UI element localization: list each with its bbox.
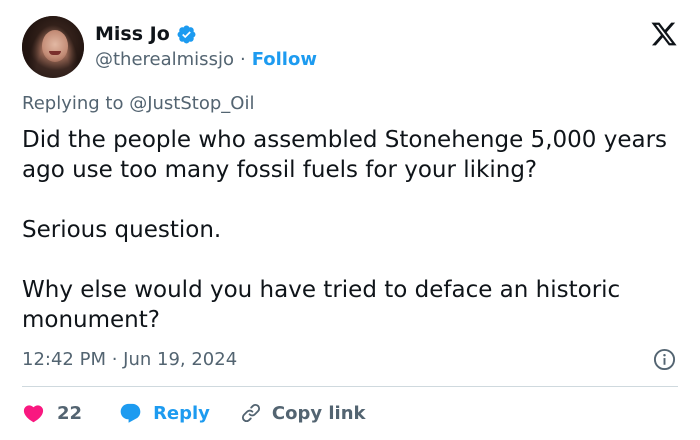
author-display-name[interactable]: Miss Jo (95, 23, 170, 45)
tweet-timestamp[interactable]: 12:42 PM · Jun 19, 2024 (22, 349, 237, 370)
like-count: 22 (57, 402, 83, 424)
verified-badge-icon (177, 25, 196, 43)
author-handle[interactable]: @therealmissjo (95, 49, 234, 70)
copy-link-label: Copy link (271, 402, 366, 424)
action-bar: 22 Reply Copy link (22, 400, 366, 426)
link-icon (241, 403, 260, 423)
tweet-card: Miss Jo @therealmissjo · Follow Replying… (0, 0, 700, 440)
follow-button[interactable]: Follow (252, 49, 317, 70)
reply-bubble-icon (120, 403, 141, 423)
avatar-face (42, 30, 68, 62)
author-name-row: Miss Jo (95, 22, 197, 46)
divider (22, 386, 678, 387)
info-icon[interactable] (653, 348, 676, 371)
copy-link-button[interactable]: Copy link (240, 402, 366, 424)
separator-dot: · (239, 49, 246, 70)
tweet-paragraph: Serious question. (22, 217, 222, 243)
tweet-text: Did the people who assembled Stonehenge … (22, 125, 682, 335)
tweet-paragraph: Why else would you have tried to deface … (22, 277, 621, 333)
reply-label: Reply (153, 402, 210, 424)
like-button[interactable]: 22 (22, 402, 82, 425)
x-logo-icon[interactable] (650, 20, 678, 48)
tweet-paragraph: Did the people who assembled Stonehenge … (22, 127, 668, 183)
replying-to-label: Replying to @JustStop_Oil (22, 93, 255, 114)
avatar[interactable] (22, 16, 84, 78)
reply-button[interactable]: Reply (118, 402, 210, 425)
author-handle-row: @therealmissjo · Follow (95, 49, 317, 70)
heart-icon (23, 404, 44, 422)
